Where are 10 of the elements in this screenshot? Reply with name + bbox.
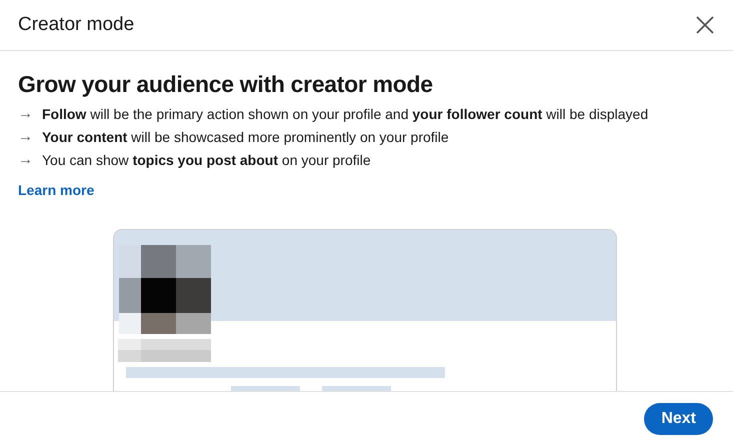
bullet-text: Your content will be showcased more prominently on your profile [42, 128, 449, 147]
heading: Grow your audience with creator mode [18, 70, 434, 98]
arrow-icon: → [18, 149, 42, 172]
arrow-icon: → [18, 103, 42, 126]
bullet-text: Follow will be the primary action shown on your profile and your follower count will be displayed [42, 105, 648, 124]
learn-more-link[interactable]: Learn more [18, 180, 94, 201]
bullet-text: You can show topics you post about on your profile [42, 151, 371, 170]
arrow-icon: → [18, 126, 42, 149]
dialog-title: Creator mode [18, 12, 134, 37]
next-button[interactable]: Next [644, 403, 713, 435]
